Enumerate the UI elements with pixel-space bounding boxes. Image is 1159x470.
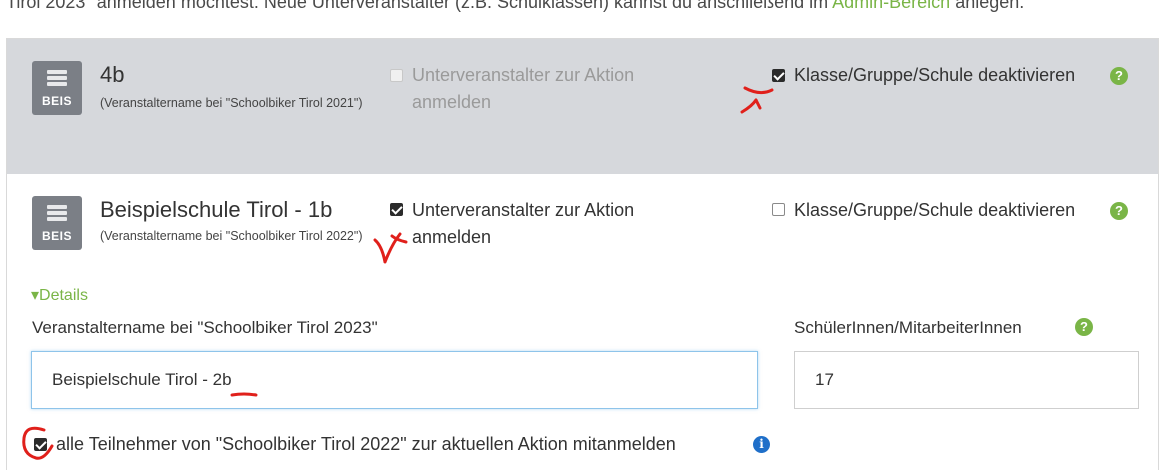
annotation-underline: [230, 392, 258, 397]
annotation-arrow: [740, 86, 774, 114]
red-annotation-marks: [22, 86, 774, 460]
annotation-arrow: [373, 232, 408, 264]
annotation-circle: [22, 426, 54, 460]
